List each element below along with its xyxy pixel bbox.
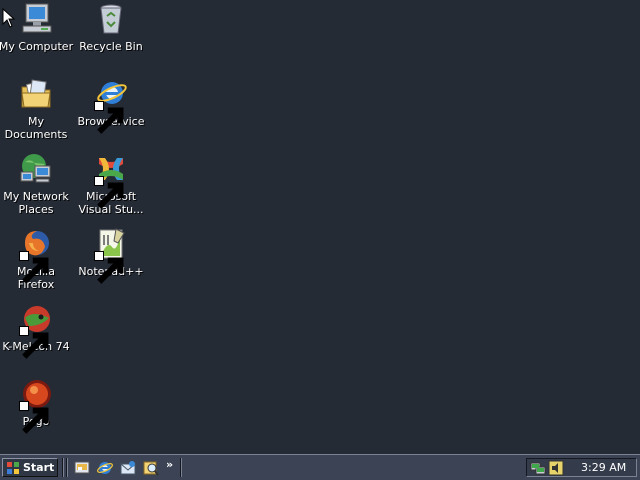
show-desktop-icon[interactable] [73,459,91,477]
pego-icon [19,377,53,434]
desktop-icon-label: Recycle Bin [79,40,143,53]
windows-logo-icon [7,461,19,474]
desktop-icon-notepad-plus-plus[interactable]: Notepad++ [73,227,149,293]
shortcut-arrow-icon [94,251,124,284]
volume-tray-icon[interactable] [548,460,564,476]
recycle-bin-icon [94,2,128,36]
internet-explorer-icon [94,77,128,134]
notepadpp-icon [94,227,128,284]
shortcut-arrow-icon [19,401,49,434]
firefox-icon [19,227,53,284]
my-documents-icon [19,77,53,111]
quick-launch-more-button[interactable]: » [166,458,173,471]
shortcut-arrow-icon [94,176,124,209]
desktop-icon-label: My Network Places [3,190,69,216]
start-label: Start [23,461,55,474]
taskbar-separator [66,458,68,477]
k-meleon-icon [19,302,53,359]
visual-studio-icon [94,152,128,209]
my-network-places-icon [19,152,53,186]
shortcut-arrow-icon [19,326,49,359]
mouse-cursor-icon [2,7,16,28]
network-tray-icon[interactable] [530,460,546,476]
desktop-icon-recycle-bin[interactable]: Recycle Bin [73,2,149,68]
taskbar-clock[interactable]: 3:29 AM [581,461,626,474]
quick-launch-internet-explorer-icon[interactable] [96,459,114,477]
start-button[interactable]: Start [2,458,58,477]
explorer-search-icon[interactable] [142,459,160,477]
desktop-icon-label: My Documents [4,115,68,141]
desktop-icon-my-documents[interactable]: My Documents [0,77,74,143]
desktop-icon-k-meleon[interactable]: K-Meleon 74 [0,302,74,368]
shortcut-arrow-icon [19,251,49,284]
taskbar-separator [180,458,182,477]
my-computer-icon [19,2,53,36]
desktop-icon-my-network-places[interactable]: My Network Places [0,152,74,218]
desktop: My Computer Recycle Bin My Documents Bro… [0,0,640,454]
desktop-icon-label: My Computer [0,40,74,53]
outlook-express-icon[interactable] [119,459,137,477]
desktop-icon-mozilla-firefox[interactable]: Mozilla Firefox [0,227,74,293]
desktop-icon-pego[interactable]: Pego [0,377,74,443]
desktop-icon-browservice[interactable]: Browservice [73,77,149,143]
shortcut-arrow-icon [94,101,124,134]
desktop-icon-microsoft-visual-studio[interactable]: Microsoft Visual Stu... [73,152,149,218]
taskbar: Start » 3:29 AM [0,454,640,480]
taskbar-separator [62,458,64,477]
system-tray: 3:29 AM [526,458,637,477]
